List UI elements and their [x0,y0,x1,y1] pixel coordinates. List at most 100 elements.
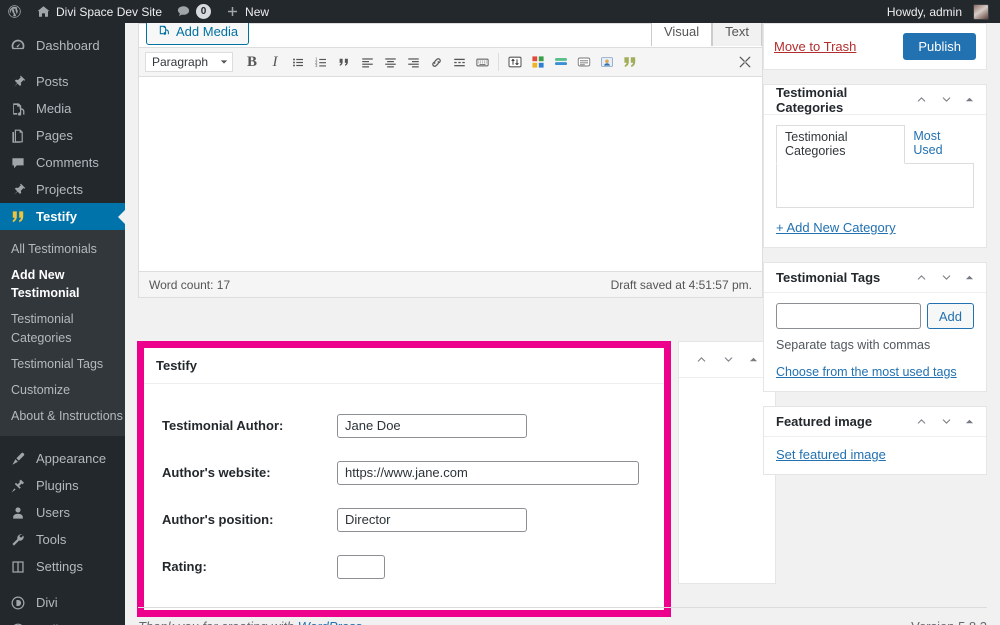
sidebar-item-plugins[interactable]: Plugins [0,472,125,499]
sidebar-submenu-testimonial-categories[interactable]: Testimonial Categories [0,306,125,350]
testify-metabox: Testify Testimonial Author: Jane Doe Aut… [144,348,664,610]
testify-metabox-title: Testify [156,358,197,373]
read-more-icon[interactable] [448,51,470,73]
sidebar-submenu-customize[interactable]: Customize [0,377,125,403]
numbered-list-icon[interactable]: 1 2 3 [310,51,332,73]
paragraph-format-select[interactable]: Paragraph [145,52,233,72]
field-row-author-position: Author's position: Director [144,496,664,543]
categories-list[interactable] [776,164,974,208]
content-block-icon[interactable] [573,51,595,73]
author-position-input[interactable]: Director [337,507,527,532]
toggle-triangle-icon[interactable] [749,355,758,364]
sidebar-item-users[interactable]: Users [0,499,125,526]
sidebar-item-posts[interactable]: Posts [0,68,125,95]
chevron-down-icon[interactable] [940,271,953,284]
editor-status-bar: Word count: 17 Draft saved at 4:51:57 pm… [139,271,762,297]
align-center-icon[interactable] [379,51,401,73]
comment-icon [9,155,27,171]
sidebar-item-projects[interactable]: Projects [0,176,125,203]
sidebar-item-divi[interactable]: Divi [0,589,125,616]
layout-icon[interactable] [550,51,572,73]
italic-icon[interactable]: I [264,51,286,73]
sidebar-item-pages[interactable]: Pages [0,122,125,149]
featured-image-box: Featured image Set featured image [763,406,987,475]
sidebar-submenu-add-new-testimonial[interactable]: Add New Testimonial [0,262,125,306]
blockquote-icon[interactable] [333,51,355,73]
align-left-icon[interactable] [356,51,378,73]
choose-most-used-tags-link[interactable]: Choose from the most used tags [776,365,974,379]
editor-toolbar: Paragraph B I 1 2 3 [139,47,762,77]
sidebar-submenu-about-instructions[interactable]: About & Instructions [0,403,125,429]
new-content-menu[interactable]: New [218,0,276,23]
author-block-icon[interactable] [596,51,618,73]
toolbar-divider [498,53,499,71]
tab-all-categories[interactable]: Testimonial Categories [776,125,906,164]
tag-input[interactable] [776,303,921,329]
publish-box: Move to Trash Publish [763,23,987,70]
bold-icon[interactable]: B [241,51,263,73]
sidebar-submenu-testimonial-tags[interactable]: Testimonial Tags [0,351,125,377]
chevron-up-icon[interactable] [695,353,708,366]
publish-actions-row: Move to Trash Publish [764,24,986,69]
field-row-testimonial-author: Testimonial Author: Jane Doe [144,402,664,449]
set-featured-image-link[interactable]: Set featured image [776,447,886,462]
collapse-menu-button[interactable]: Collapse menu [0,616,125,625]
chevron-down-icon[interactable] [940,93,953,106]
chevron-up-icon[interactable] [915,415,928,428]
home-icon [36,4,51,19]
admin-bar: Divi Space Dev Site 0 New Howdy, admin [0,0,1000,23]
sidebar-item-dashboard[interactable]: Dashboard [0,32,125,59]
align-right-icon[interactable] [402,51,424,73]
testimonial-author-input[interactable]: Jane Doe [337,413,527,438]
featured-box-header: Featured image [764,407,986,437]
chevron-up-icon[interactable] [915,93,928,106]
sidebar-item-comments[interactable]: Comments [0,149,125,176]
sidebar-item-testify[interactable]: Testify [0,203,126,230]
add-new-category-link[interactable]: + Add New Category [776,220,974,235]
footer-thanks-prefix: Thank you for creating with [138,619,298,625]
admin-footer: Thank you for creating with WordPress. V… [138,607,987,625]
chevron-up-icon[interactable] [915,271,928,284]
sidebar-item-media[interactable]: Media [0,95,125,122]
categories-box-header: Testimonial Categories [764,85,986,115]
author-website-input[interactable]: https://www.jane.com [337,460,639,485]
add-tag-button[interactable]: Add [926,303,974,329]
site-name-label: Divi Space Dev Site [56,4,163,19]
sidebar-item-label: Settings [36,559,83,574]
testify-submenu: All Testimonials Add New Testimonial Tes… [0,230,125,436]
keyboard-shortcuts-icon[interactable] [471,51,493,73]
fullscreen-icon[interactable] [734,51,756,73]
publish-button[interactable]: Publish [903,33,976,60]
comment-count-badge: 0 [196,4,212,19]
site-name-menu[interactable]: Divi Space Dev Site [29,0,169,23]
add-media-label: Add Media [176,23,239,39]
divi-icon [9,595,27,611]
editor-content-area[interactable] [139,77,762,271]
toolbar-toggle-icon[interactable] [504,51,526,73]
move-to-trash-link[interactable]: Move to Trash [774,39,856,54]
toggle-triangle-icon[interactable] [965,273,974,282]
divi-builder-icon[interactable] [527,51,549,73]
sidebar-item-tools[interactable]: Tools [0,526,125,553]
tab-most-used[interactable]: Most Used [905,125,974,163]
toggle-triangle-icon[interactable] [965,417,974,426]
bulleted-list-icon[interactable] [287,51,309,73]
chevron-down-icon[interactable] [940,415,953,428]
sidebar-item-label: Comments [36,155,99,170]
sidebar-item-appearance[interactable]: Appearance [0,445,125,472]
toggle-triangle-icon[interactable] [965,95,974,104]
testimonial-tags-box: Testimonial Tags Add Separate tags with … [763,262,987,392]
rating-input[interactable] [337,554,385,579]
wordpress-link[interactable]: WordPress [298,619,362,625]
my-account-menu[interactable]: Howdy, admin [880,0,996,23]
link-icon[interactable] [425,51,447,73]
sidebar-submenu-all-testimonials[interactable]: All Testimonials [0,236,125,262]
testimonial-quote-icon[interactable] [619,51,641,73]
testimonial-author-label: Testimonial Author: [162,418,284,433]
sidebar-item-label: Users [36,505,70,520]
comments-menu[interactable]: 0 [169,0,218,23]
howdy-label: Howdy, admin [886,4,962,19]
wordpress-logo-menu[interactable] [0,0,29,23]
chevron-down-icon[interactable] [722,353,735,366]
sidebar-item-settings[interactable]: Settings [0,553,125,580]
